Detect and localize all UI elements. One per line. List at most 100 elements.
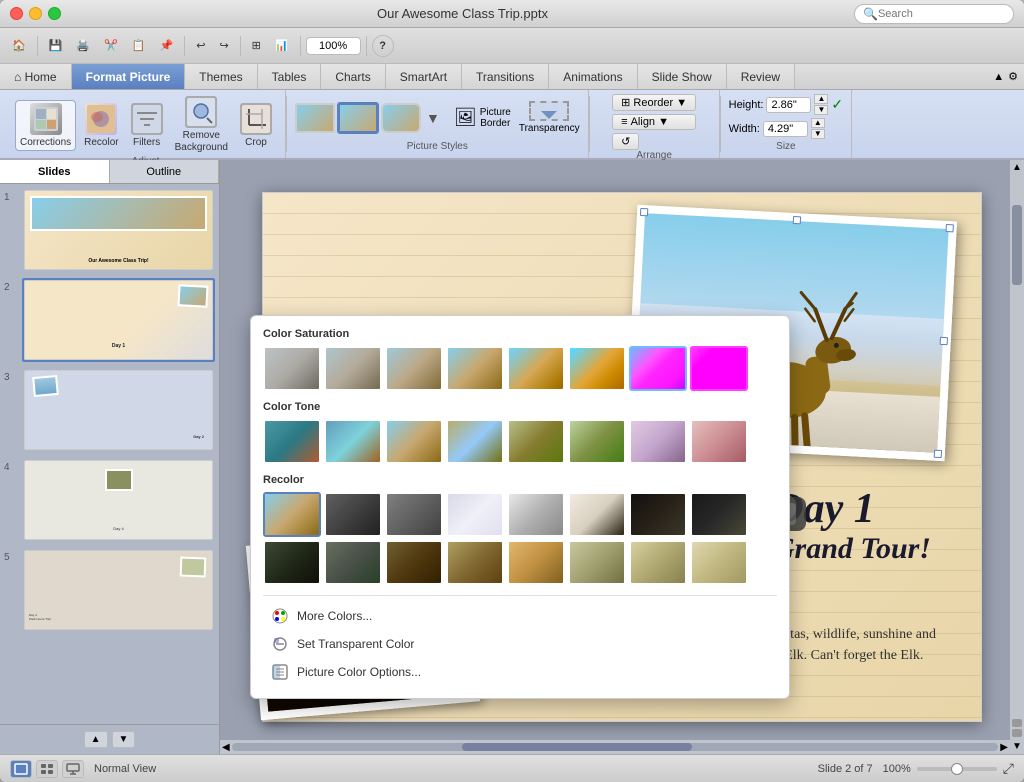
slide-thumb-5[interactable]: 5 Day 4Pack Home Trip!: [4, 548, 215, 632]
recolor-swatch-10[interactable]: [385, 540, 443, 585]
search-box[interactable]: 🔍: [854, 4, 1014, 24]
width-up-btn[interactable]: ▲: [811, 118, 825, 128]
slide-thumb-1[interactable]: 1 Our Awesome Class Trip!: [4, 188, 215, 272]
scroll-left-arrow[interactable]: ◀: [222, 742, 230, 753]
recolor-swatch-15[interactable]: [690, 540, 748, 585]
tab-transitions[interactable]: Transitions: [462, 64, 549, 89]
tab-smartart[interactable]: SmartArt: [386, 64, 462, 89]
tab-outline[interactable]: Outline: [110, 160, 220, 183]
scroll-up-btn[interactable]: ▲: [84, 731, 108, 748]
scroll-down-btn[interactable]: ▼: [112, 731, 136, 748]
sat-swatch-0[interactable]: [263, 346, 321, 391]
copy-btn[interactable]: 📋: [126, 33, 152, 59]
search-input[interactable]: [878, 8, 1008, 20]
set-transparent-color-btn[interactable]: Set Transparent Color: [263, 630, 777, 658]
undo-btn[interactable]: ↩: [190, 33, 211, 59]
slide-preview-4[interactable]: Day 4: [22, 458, 215, 542]
pic-styles-more-btn[interactable]: ▼: [424, 110, 442, 126]
rotate-btn[interactable]: ↺: [612, 133, 639, 150]
tab-tables[interactable]: Tables: [258, 64, 322, 89]
maximize-button[interactable]: [48, 7, 61, 20]
tab-animations[interactable]: Animations: [549, 64, 637, 89]
paste-btn[interactable]: 📌: [154, 33, 180, 59]
scroll-right-arrow[interactable]: ▶: [1000, 742, 1008, 753]
canvas-scrollbar-h[interactable]: ◀ ▶: [220, 740, 1010, 754]
layout-btn[interactable]: ⊞: [246, 33, 267, 59]
height-down-btn[interactable]: ▼: [814, 105, 828, 115]
presenter-view-btn[interactable]: [62, 760, 84, 778]
tone-swatch-2[interactable]: [385, 419, 443, 464]
recolor-swatch-4[interactable]: [507, 492, 565, 537]
picture-border-btn[interactable]: 🖼: [454, 107, 477, 128]
tab-themes[interactable]: Themes: [185, 64, 257, 89]
handle-tl[interactable]: [640, 208, 648, 216]
recolor-swatch-6[interactable]: [629, 492, 687, 537]
height-input[interactable]: [766, 97, 811, 113]
tab-charts[interactable]: Charts: [321, 64, 385, 89]
pic-style-1[interactable]: [295, 103, 335, 133]
home-toolbar-btn[interactable]: 🏠: [6, 33, 32, 59]
sat-swatch-5[interactable]: [568, 346, 626, 391]
filters-btn[interactable]: Filters: [127, 101, 167, 150]
tab-format-picture[interactable]: Format Picture: [72, 64, 186, 89]
sat-swatch-6[interactable]: [629, 346, 687, 391]
scroll-step-1[interactable]: [1012, 719, 1022, 727]
crop-btn[interactable]: Crop: [236, 101, 276, 150]
recolor-swatch-9[interactable]: [324, 540, 382, 585]
sat-swatch-2[interactable]: [385, 346, 443, 391]
scroll-thumb-v[interactable]: [1012, 205, 1022, 285]
zoom-thumb[interactable]: [951, 763, 963, 775]
tab-slideshow[interactable]: Slide Show: [638, 64, 727, 89]
ribbon-collapse-btn[interactable]: ▲: [993, 71, 1004, 83]
tone-swatch-1[interactable]: [324, 419, 382, 464]
corrections-btn[interactable]: Corrections: [15, 100, 76, 151]
tone-swatch-7[interactable]: [690, 419, 748, 464]
pic-style-3[interactable]: [381, 103, 421, 133]
tone-swatch-4[interactable]: [507, 419, 565, 464]
print-btn[interactable]: 🖨️: [70, 33, 96, 59]
tone-swatch-6[interactable]: [629, 419, 687, 464]
line-style-btn[interactable]: Transparency: [519, 101, 580, 134]
smartart-btn[interactable]: 📊: [269, 33, 295, 59]
remove-background-btn[interactable]: RemoveBackground: [171, 94, 232, 156]
help-btn[interactable]: ?: [372, 35, 394, 57]
tone-swatch-5[interactable]: [568, 419, 626, 464]
ribbon-options-btn[interactable]: ⚙: [1008, 70, 1018, 83]
canvas-scrollbar-v[interactable]: ▲ ▼: [1010, 160, 1024, 754]
recolor-swatch-1[interactable]: [324, 492, 382, 537]
scroll-down-arrow[interactable]: ▼: [1010, 739, 1024, 754]
align-btn[interactable]: ≡ Align ▼: [612, 114, 696, 130]
recolor-swatch-14[interactable]: [629, 540, 687, 585]
slide-thumb-3[interactable]: 3 Day 2: [4, 368, 215, 452]
scroll-up-arrow[interactable]: ▲: [1010, 160, 1024, 175]
sat-swatch-7[interactable]: [690, 346, 748, 391]
close-button[interactable]: [10, 7, 23, 20]
slide-description[interactable]: Vistas, wildlife, sunshine andElk. Can't…: [772, 624, 936, 666]
recolor-swatch-13[interactable]: [568, 540, 626, 585]
scroll-thumb-h[interactable]: [462, 743, 692, 751]
recolor-swatch-11[interactable]: [446, 540, 504, 585]
sat-swatch-4[interactable]: [507, 346, 565, 391]
recolor-swatch-5[interactable]: [568, 492, 626, 537]
cut-btn[interactable]: ✂️: [98, 33, 124, 59]
sat-swatch-3[interactable]: [446, 346, 504, 391]
handle-tc[interactable]: [793, 216, 801, 224]
tone-swatch-0[interactable]: [263, 419, 321, 464]
redo-btn[interactable]: ↪: [213, 33, 234, 59]
slide-thumb-4[interactable]: 4 Day 4: [4, 458, 215, 542]
sat-swatch-1[interactable]: [324, 346, 382, 391]
slide-preview-2[interactable]: Day 1: [22, 278, 215, 362]
tab-home[interactable]: ⌂ Home: [0, 64, 72, 89]
scroll-step-2[interactable]: [1012, 729, 1022, 737]
width-input[interactable]: [763, 121, 808, 137]
slide-preview-3[interactable]: Day 2: [22, 368, 215, 452]
recolor-swatch-12[interactable]: [507, 540, 565, 585]
zoom-slider[interactable]: [917, 767, 997, 771]
height-up-btn[interactable]: ▲: [814, 94, 828, 104]
tab-review[interactable]: Review: [727, 64, 795, 89]
handle-mr[interactable]: [940, 337, 948, 345]
recolor-swatch-3[interactable]: [446, 492, 504, 537]
save-btn[interactable]: 💾: [43, 33, 69, 59]
tone-swatch-3[interactable]: [446, 419, 504, 464]
grid-view-btn[interactable]: [36, 760, 58, 778]
